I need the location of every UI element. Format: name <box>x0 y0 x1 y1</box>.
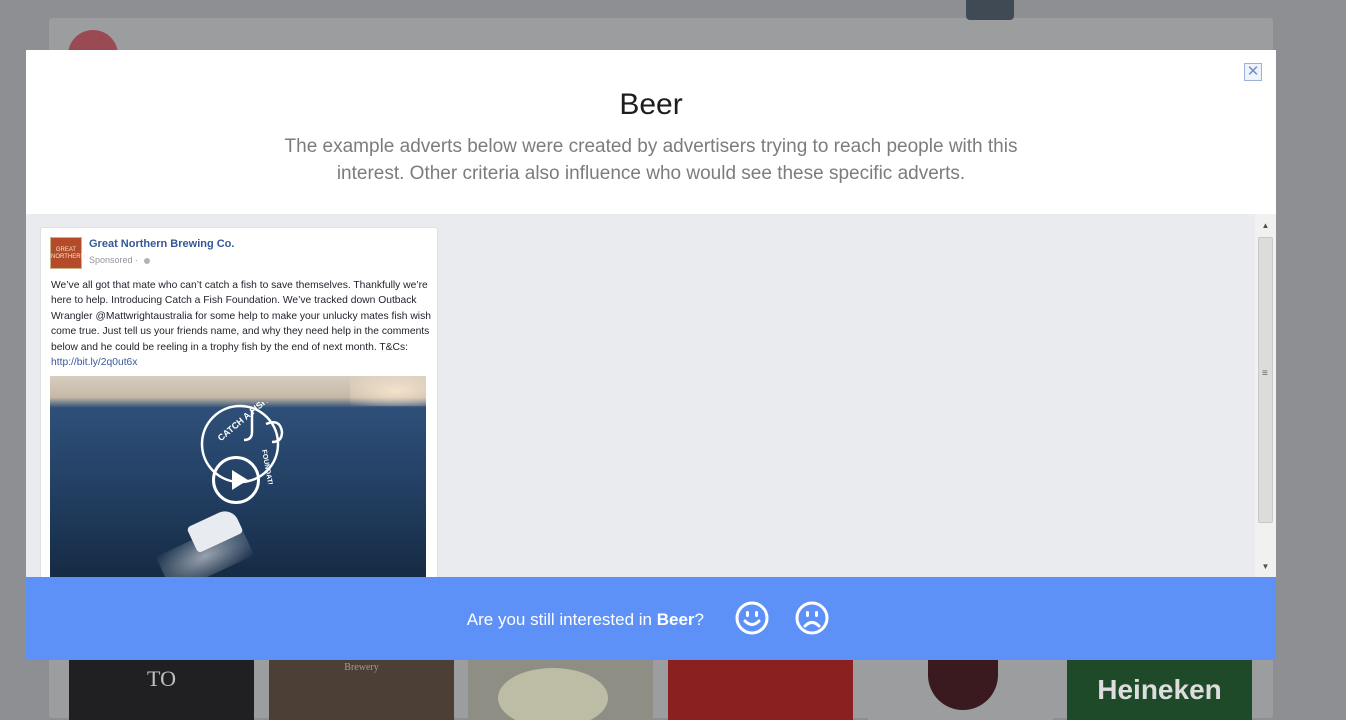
sun-glow <box>350 376 426 406</box>
sponsored-text: Sponsored <box>89 255 133 265</box>
scroll-up-arrow-icon[interactable]: ▲ <box>1255 217 1276 234</box>
interest-question: Are you still interested in Beer? <box>26 610 704 630</box>
page-name-link[interactable]: Great Northern Brewing Co. <box>89 238 234 250</box>
background-tile-6: Heineken <box>1067 660 1252 720</box>
background-tile-1: TO <box>69 660 254 720</box>
ad-video[interactable]: CATCH A FISH FOUNDATION <box>50 376 426 577</box>
background-tile-1-text: TO <box>147 666 176 691</box>
background-tile-2: Brewery <box>269 660 454 720</box>
ad-body: We’ve all got that mate who can’t catch … <box>51 278 431 370</box>
scrollbar-thumb[interactable]: ≡ <box>1258 237 1273 523</box>
ad-link[interactable]: http://bit.ly/2q0ut6x <box>51 357 137 368</box>
question-suffix: ? <box>694 610 704 629</box>
background-tile-6-text: Heineken <box>1097 674 1222 705</box>
close-button[interactable]: ✕ <box>1244 63 1262 81</box>
background-tile-4 <box>668 660 853 720</box>
page-logo[interactable]: GREAT NORTHERN <box>50 237 85 269</box>
modal-title: Beer <box>619 88 683 121</box>
background-tile-5 <box>868 660 1053 720</box>
modal-subtitle: The example adverts below were created b… <box>284 136 1018 184</box>
question-interest: Beer <box>656 610 695 629</box>
scroll-down-arrow-icon[interactable]: ▼ <box>1255 558 1276 575</box>
wine-glass-image <box>928 660 998 710</box>
video-logo-top-text: CATCH A FISH <box>216 402 270 443</box>
page-logo-text: GREAT NORTHERN <box>51 247 85 260</box>
happy-face-icon[interactable] <box>735 601 769 635</box>
interest-modal: ✕ Beer The example adverts below were cr… <box>26 50 1276 660</box>
food-plate-image <box>498 668 608 720</box>
question-prefix: Are you still interested in <box>466 610 657 629</box>
ad-body-text: We’ve all got that mate who can’t catch … <box>51 280 431 353</box>
ad-card: GREAT NORTHERN Great Northern Brewing Co… <box>40 227 438 577</box>
video-logo-side-text: FOUNDATION <box>260 449 275 484</box>
background-bottle-image <box>966 0 1014 20</box>
sponsored-label: Sponsored · <box>89 255 150 265</box>
ads-scroll-area[interactable]: GREAT NORTHERN Great Northern Brewing Co… <box>26 214 1276 577</box>
interest-feedback-bar: Are you still interested in Beer? <box>26 577 1276 660</box>
play-icon[interactable] <box>212 456 260 504</box>
background-tile-2-text: Brewery <box>344 662 379 673</box>
sponsored-separator: · <box>135 255 139 265</box>
grip-icon: ≡ <box>1262 368 1268 379</box>
close-icon: ✕ <box>1246 63 1260 80</box>
background-tile-3 <box>468 660 653 720</box>
scrollbar[interactable]: ▲ ≡ ▼ <box>1255 214 1276 577</box>
sad-face-icon[interactable] <box>795 601 829 635</box>
globe-icon <box>143 257 150 264</box>
